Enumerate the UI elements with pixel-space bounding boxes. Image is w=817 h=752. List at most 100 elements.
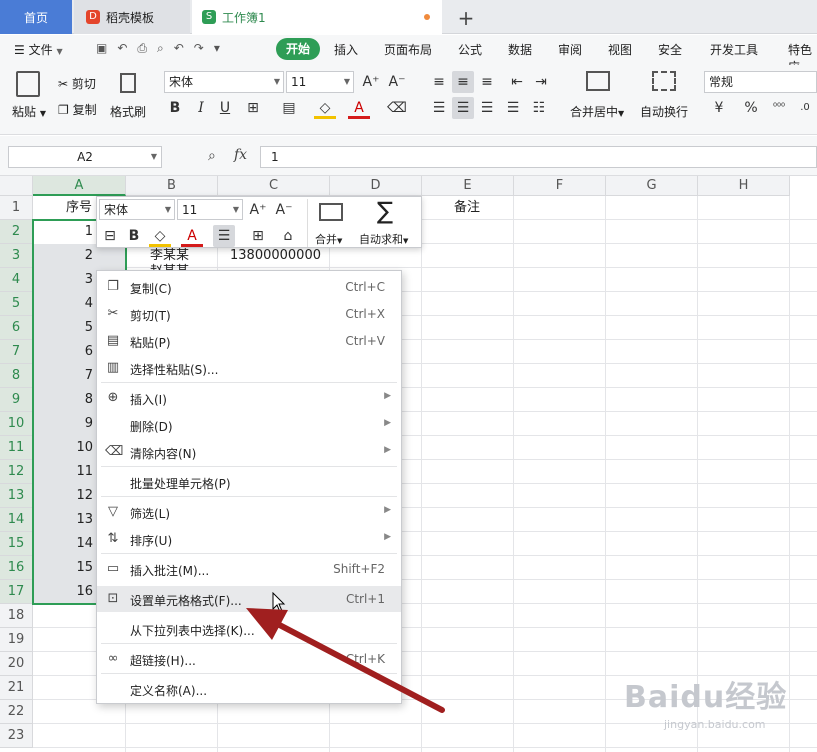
cell-a-value[interactable]: 6 [33, 340, 93, 364]
border-icon[interactable]: ⊞ [242, 97, 264, 119]
column-header[interactable]: D [330, 176, 422, 196]
mini-bold-button[interactable]: B [123, 225, 145, 247]
cell-e1[interactable]: 备注 [454, 196, 480, 220]
cell-a-value[interactable]: 11 [33, 460, 93, 484]
row-header[interactable]: 17 [0, 580, 33, 604]
copy-button[interactable]: ❐ 复制 [58, 101, 97, 118]
cell-a-value[interactable]: 10 [33, 436, 93, 460]
wrap-text-button[interactable]: 自动换行 [640, 103, 688, 120]
row-header[interactable]: 15 [0, 532, 33, 556]
row-header[interactable]: 3 [0, 244, 33, 268]
menu-insert[interactable]: 插入 [334, 41, 358, 58]
row-header[interactable]: 16 [0, 556, 33, 580]
tab-home[interactable]: 首页 [0, 0, 72, 34]
menu-delete-cells[interactable]: 删除(D) ▶ [97, 412, 401, 438]
font-shrink-icon[interactable]: A⁻ [386, 71, 408, 93]
quick-access-toolbar[interactable]: ▣↶⎙⌕↶↷▾ [96, 41, 230, 56]
cell-a-value[interactable]: 12 [33, 484, 93, 508]
font-color-icon[interactable]: A [348, 97, 370, 119]
row-header[interactable]: 21 [0, 676, 33, 700]
column-header[interactable]: C [218, 176, 330, 196]
align-left-icon[interactable]: ☰ [428, 97, 450, 119]
mini-font-shrink-icon[interactable]: A⁻ [273, 199, 295, 221]
menu-file[interactable]: ☰ 文件 ▼ [14, 41, 63, 58]
menu-start[interactable]: 开始 [276, 38, 320, 60]
font-size-select[interactable]: 11 ▼ [286, 71, 354, 93]
cell-a1[interactable]: 序号 [66, 196, 92, 220]
menu-security[interactable]: 安全 [658, 41, 682, 58]
menu-paste[interactable]: ▤ 粘贴(P) Ctrl+V [97, 328, 401, 354]
mini-border-style-icon[interactable]: ⊟ [99, 225, 121, 247]
row-header[interactable]: 14 [0, 508, 33, 532]
currency-icon[interactable]: ¥ [708, 97, 730, 119]
decimal-icon[interactable]: .0 [794, 97, 816, 119]
menu-clear-contents[interactable]: ⌫ 清除内容(N) ▶ [97, 439, 401, 465]
menu-filter[interactable]: ▽ 筛选(L) ▶ [97, 499, 401, 525]
mini-border-icon[interactable]: ⊞ [247, 225, 269, 247]
tab-workbook[interactable]: S 工作簿1 [192, 0, 442, 34]
row-header[interactable]: 20 [0, 652, 33, 676]
menu-view[interactable]: 视图 [608, 41, 632, 58]
menu-page-layout[interactable]: 页面布局 [384, 41, 432, 58]
name-box[interactable]: A2 ▼ [8, 146, 162, 168]
cell-a-value[interactable]: 5 [33, 316, 93, 340]
row-header[interactable]: 10 [0, 412, 33, 436]
indent-decrease-icon[interactable]: ⇤ [506, 71, 528, 93]
menu-batch-process[interactable]: 批量处理单元格(P) [97, 469, 401, 495]
indent-increase-icon[interactable]: ⇥ [530, 71, 552, 93]
cell-a-value[interactable]: 2 [33, 244, 93, 268]
cell-a-value[interactable]: 15 [33, 556, 93, 580]
select-all-corner[interactable] [0, 176, 33, 196]
menu-copy[interactable]: ❐ 复制(C) Ctrl+C [97, 274, 401, 300]
menu-review[interactable]: 审阅 [558, 41, 582, 58]
mini-autosum-button[interactable]: 自动求和▼ [359, 231, 408, 247]
paste-icon[interactable] [16, 71, 40, 97]
cut-button[interactable]: ✂ 剪切 [58, 75, 96, 92]
tab-template[interactable]: D 稻壳模板 [74, 0, 190, 34]
zoom-search-icon[interactable]: ⌕ [208, 148, 216, 164]
menu-insert-cells[interactable]: ⊕ 插入(I) ▶ [97, 385, 401, 411]
cell-a-value[interactable]: 13 [33, 508, 93, 532]
cell-a-value[interactable]: 9 [33, 412, 93, 436]
row-header[interactable]: 22 [0, 700, 33, 724]
fill-pattern-icon[interactable]: ▤ [278, 97, 300, 119]
column-header[interactable]: H [698, 176, 790, 196]
align-middle-icon[interactable]: ≡ [452, 71, 474, 93]
mini-font-grow-icon[interactable]: A⁺ [247, 199, 269, 221]
row-header[interactable]: 6 [0, 316, 33, 340]
row-header[interactable]: 9 [0, 388, 33, 412]
cell-a-value[interactable]: 8 [33, 388, 93, 412]
justify-icon[interactable]: ☰ [502, 97, 524, 119]
font-grow-icon[interactable]: A⁺ [360, 71, 382, 93]
align-center-icon[interactable]: ☰ [452, 97, 474, 119]
row-header[interactable]: 13 [0, 484, 33, 508]
row-header[interactable]: 19 [0, 628, 33, 652]
cell-a-value[interactable]: 3 [33, 268, 93, 292]
row-header[interactable]: 2 [0, 220, 33, 244]
align-bottom-icon[interactable]: ≡ [476, 71, 498, 93]
column-header[interactable]: G [606, 176, 698, 196]
cell-a-value[interactable]: 1 [33, 220, 93, 244]
mini-font-size-select[interactable]: 11 ▼ [177, 199, 243, 220]
menu-insert-comment[interactable]: ▭ 插入批注(M)... Shift+F2 [97, 556, 401, 582]
row-header[interactable]: 4 [0, 268, 33, 292]
menu-developer[interactable]: 开发工具 [710, 41, 758, 58]
mini-merge-button[interactable]: 合并▼ [315, 231, 342, 247]
align-right-icon[interactable]: ☰ [476, 97, 498, 119]
percent-icon[interactable]: % [740, 97, 762, 119]
number-format-select[interactable]: 常规 [704, 71, 817, 93]
cell-a-value[interactable]: 14 [33, 532, 93, 556]
row-header[interactable]: 8 [0, 364, 33, 388]
column-header[interactable]: F [514, 176, 606, 196]
fx-icon[interactable]: fx [234, 147, 247, 163]
row-header[interactable]: 18 [0, 604, 33, 628]
eraser-icon[interactable]: ⌫ [386, 97, 408, 119]
fill-color-icon[interactable]: ◇ [314, 97, 336, 119]
bold-button[interactable]: B [164, 97, 186, 119]
new-tab-button[interactable]: + [456, 6, 476, 30]
format-painter-button[interactable]: 格式刷 [110, 103, 146, 120]
underline-button[interactable]: U [214, 97, 236, 119]
merge-center-button[interactable]: 合并居中▼ [570, 103, 624, 120]
menu-cut[interactable]: ✂ 剪切(T) Ctrl+X [97, 301, 401, 327]
menu-sort[interactable]: ⇅ 排序(U) ▶ [97, 526, 401, 552]
